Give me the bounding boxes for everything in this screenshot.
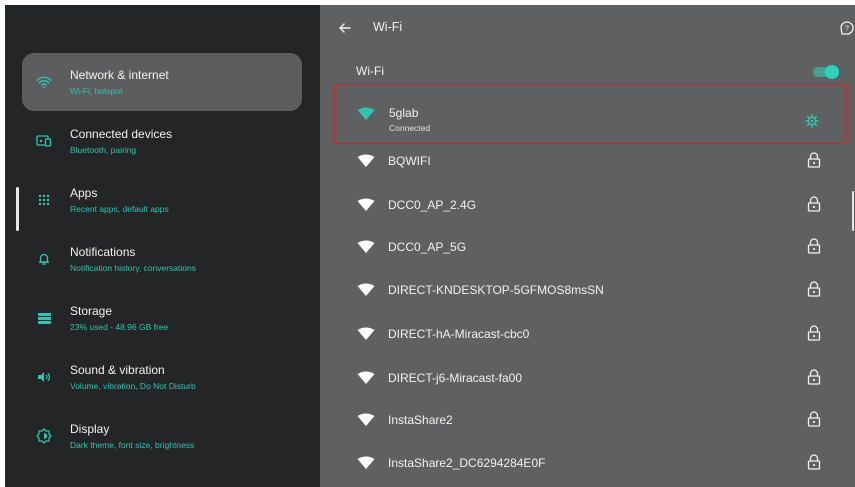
wifi-signal-icon <box>357 283 375 297</box>
wifi-toggle-row[interactable]: Wi-Fi <box>320 55 855 87</box>
network-name: DCC0_AP_2.4G <box>388 198 477 212</box>
wifi-signal-icon <box>357 107 375 121</box>
network-name: BQWIFI <box>388 154 431 168</box>
lock-icon <box>807 411 821 427</box>
sidebar-item-title: Apps <box>70 186 98 200</box>
sidebar-item-subtitle: Notification history, conversations <box>70 263 196 273</box>
storage-icon <box>34 308 54 328</box>
sidebar-header <box>5 5 320 43</box>
network-name: DCC0_AP_5G <box>388 240 467 254</box>
sidebar-item-subtitle: 23% used - 48.96 GB free <box>70 322 169 332</box>
wifi-network-row[interactable]: DIRECT-j6-Miracast-fa00 <box>320 358 855 398</box>
sidebar-item-title: Connected devices <box>70 127 173 141</box>
switch-thumb <box>825 65 839 79</box>
apps-grid-icon <box>34 190 54 210</box>
wifi-signal-icon <box>357 371 375 385</box>
network-name: InstaShare2_DC6294284E0F <box>388 456 546 470</box>
sidebar-item-subtitle: Wi-Fi, hotspot <box>70 86 123 96</box>
lock-icon <box>807 238 821 254</box>
lock-icon <box>807 196 821 212</box>
lock-icon <box>807 369 821 385</box>
sidebar-item-subtitle: Dark theme, font size, brightness <box>70 440 195 450</box>
content-scroll-indicator[interactable] <box>852 191 854 231</box>
sidebar-item-network[interactable]: Network & internet Wi-Fi, hotspot <box>22 53 302 111</box>
page-title: Wi-Fi <box>373 20 403 34</box>
wifi-toggle-switch[interactable] <box>813 65 839 79</box>
sidebar-item-subtitle: Bluetooth, pairing <box>70 145 137 155</box>
wifi-signal-icon <box>357 413 375 427</box>
lock-icon <box>807 325 821 341</box>
svg-text:?: ? <box>845 26 849 33</box>
wifi-icon <box>34 72 54 92</box>
sidebar-item-title: Sound & vibration <box>70 363 165 377</box>
sidebar-item-apps[interactable]: Apps Recent apps, default apps <box>22 171 302 229</box>
wifi-network-row[interactable]: DIRECT-hA-Miracast-cbc0 <box>320 314 855 354</box>
help-icon[interactable]: ? <box>839 19 855 37</box>
wifi-signal-icon <box>357 327 375 341</box>
wifi-network-row[interactable]: DCC0_AP_2.4G <box>320 185 855 225</box>
wifi-network-row[interactable]: BQWIFI <box>320 141 855 181</box>
sidebar-item-title: Network & internet <box>70 68 169 82</box>
connected-network-row[interactable]: 5glab Connected <box>334 84 847 144</box>
display-brightness-icon <box>34 426 54 446</box>
sidebar-item-sound[interactable]: Sound & vibration Volume, vibration, Do … <box>22 348 302 406</box>
settings-screen: Network & internet Wi-Fi, hotspot Connec… <box>5 5 855 487</box>
wifi-network-row[interactable]: InstaShare2_DC6294284E0F <box>320 443 855 483</box>
sidebar-item-title: Display <box>70 422 110 436</box>
sidebar-item-subtitle: Recent apps, default apps <box>70 204 169 214</box>
network-name: InstaShare2 <box>388 413 453 427</box>
sidebar-item-connected-devices[interactable]: Connected devices Bluetooth, pairing <box>22 112 302 170</box>
sidebar-item-storage[interactable]: Storage 23% used - 48.96 GB free <box>22 289 302 347</box>
network-name: DIRECT-KNDESKTOP-5GFMOS8msSN <box>388 283 604 297</box>
wifi-signal-icon <box>357 456 375 470</box>
gear-icon[interactable] <box>805 114 819 128</box>
network-name: DIRECT-j6-Miracast-fa00 <box>388 371 523 385</box>
wifi-signal-icon <box>357 198 375 212</box>
wifi-signal-icon <box>357 154 375 168</box>
sidebar-item-title: Notifications <box>70 245 136 259</box>
wifi-toggle-label: Wi-Fi <box>356 64 384 78</box>
settings-sidebar: Network & internet Wi-Fi, hotspot Connec… <box>5 5 320 487</box>
lock-icon <box>807 454 821 470</box>
wifi-settings-panel: Wi-Fi ? Wi-Fi 5glab Connected BQWIFI DCC… <box>320 5 855 487</box>
sidebar-item-display[interactable]: Display Dark theme, font size, brightnes… <box>22 407 302 465</box>
top-app-bar: Wi-Fi ? <box>320 5 855 49</box>
wifi-network-row[interactable]: DCC0_AP_5G <box>320 227 855 267</box>
lock-icon <box>807 152 821 168</box>
connection-status: Connected <box>389 123 431 133</box>
wifi-network-row[interactable]: DIRECT-KNDESKTOP-5GFMOS8msSN <box>320 270 855 310</box>
sidebar-item-title: Storage <box>70 304 113 318</box>
sidebar-item-notifications[interactable]: Notifications Notification history, conv… <box>22 230 302 288</box>
sidebar-item-subtitle: Volume, vibration, Do Not Disturb <box>70 381 196 391</box>
lock-icon <box>807 281 821 297</box>
devices-icon <box>34 131 54 151</box>
wifi-signal-icon <box>357 240 375 254</box>
network-name: 5glab <box>389 106 419 120</box>
wifi-network-row[interactable]: InstaShare2 <box>320 400 855 440</box>
bell-icon <box>34 249 54 269</box>
speaker-icon <box>34 367 54 387</box>
sidebar-scroll-indicator[interactable] <box>16 187 19 231</box>
arrow-back-icon[interactable] <box>334 17 356 39</box>
network-name: DIRECT-hA-Miracast-cbc0 <box>388 327 530 341</box>
